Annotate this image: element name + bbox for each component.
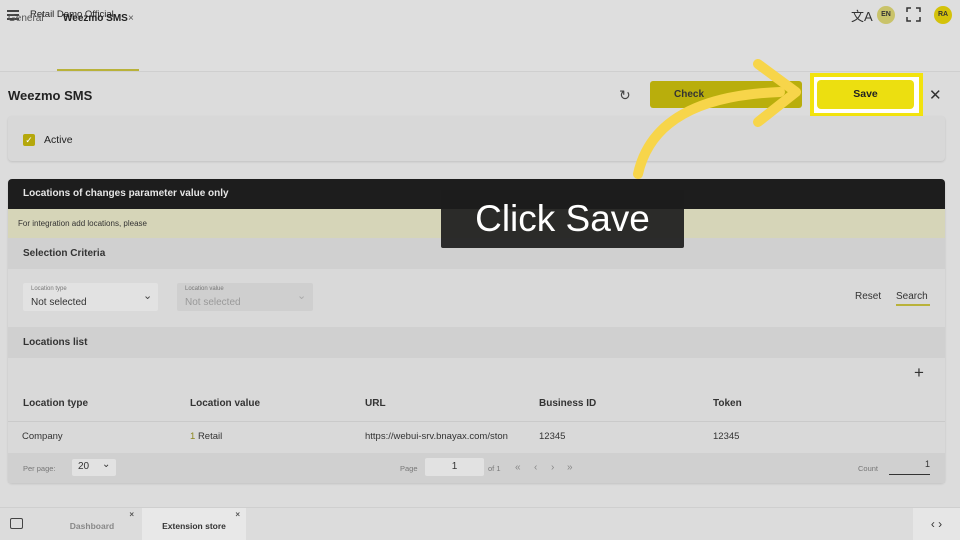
location-value-text: Retail bbox=[197, 431, 223, 442]
windows-icon[interactable] bbox=[10, 518, 23, 529]
column-header[interactable]: Location type bbox=[23, 398, 88, 409]
location-value-label: Location value bbox=[185, 286, 224, 292]
cell-token: 12345 bbox=[713, 431, 740, 442]
count-label: Count bbox=[858, 464, 879, 473]
search-button[interactable]: Search bbox=[896, 291, 928, 302]
chevron-down-icon: ⌄ bbox=[143, 290, 153, 302]
cell-url: https://webui-srv.bnayax.com/ston bbox=[365, 431, 508, 442]
selection-criteria-title: Selection Criteria bbox=[23, 248, 106, 259]
add-location-icon[interactable]: + bbox=[914, 363, 924, 383]
page-label: Page bbox=[400, 464, 418, 473]
info-text: For integration add locations, please bbox=[18, 219, 147, 228]
count-field[interactable]: 1 bbox=[889, 459, 930, 475]
column-header[interactable]: Location value bbox=[190, 398, 260, 409]
bottom-tab-dashboard[interactable]: Dashboard × bbox=[44, 508, 140, 540]
first-page-icon[interactable]: « bbox=[515, 462, 521, 473]
location-type-label: Location type bbox=[31, 286, 67, 292]
tooltip-text: Click Save bbox=[475, 198, 650, 239]
page-title: Weezmo SMS bbox=[8, 88, 93, 103]
search-underline bbox=[896, 304, 930, 306]
active-label: Active bbox=[44, 134, 73, 146]
close-icon[interactable]: × bbox=[235, 510, 240, 519]
tab-close-icon[interactable]: × bbox=[128, 13, 134, 24]
avatar[interactable]: RA bbox=[934, 6, 952, 24]
active-tab-indicator bbox=[57, 69, 139, 71]
page-input[interactable]: 1 bbox=[425, 458, 484, 476]
cell-location-value[interactable]: 1 Retail bbox=[190, 431, 222, 442]
location-type-value: Not selected bbox=[31, 297, 87, 308]
cell-business-id: 12345 bbox=[539, 431, 566, 442]
active-checkbox[interactable]: ✓ bbox=[23, 134, 35, 146]
bottom-tab-label: Extension store bbox=[162, 521, 226, 531]
page-of-label: of 1 bbox=[488, 464, 501, 473]
bottom-tab-extension-store[interactable]: Extension store × bbox=[142, 508, 246, 540]
pointer-arrow-icon bbox=[633, 59, 801, 179]
top-bar bbox=[0, 0, 960, 30]
chevron-down-icon: ⌄ bbox=[297, 290, 307, 302]
chevron-down-icon: ⌄ bbox=[102, 459, 111, 470]
per-page-label: Per page: bbox=[23, 464, 56, 473]
last-page-icon[interactable]: » bbox=[567, 462, 573, 473]
location-value-value: Not selected bbox=[185, 297, 241, 308]
panel-title: Locations of changes parameter value onl… bbox=[23, 188, 229, 199]
prev-page-icon[interactable]: ‹ bbox=[534, 462, 537, 473]
column-header[interactable]: URL bbox=[365, 398, 386, 409]
location-value-number: 1 bbox=[190, 431, 196, 442]
fullscreen-icon[interactable] bbox=[906, 7, 921, 22]
save-button[interactable]: Save bbox=[817, 80, 914, 109]
per-page-value: 20 bbox=[78, 461, 90, 472]
close-icon[interactable]: ✕ bbox=[929, 86, 942, 104]
language-badge[interactable]: EN bbox=[877, 6, 895, 24]
bottom-tab-label: Dashboard bbox=[69, 521, 115, 531]
locations-list-bar bbox=[8, 327, 945, 358]
tab-scroll-arrows[interactable]: ‹ › bbox=[913, 508, 960, 540]
reset-button[interactable]: Reset bbox=[855, 291, 881, 302]
column-header[interactable]: Business ID bbox=[539, 398, 596, 409]
column-header[interactable]: Token bbox=[713, 398, 742, 409]
tab-general[interactable]: General bbox=[8, 13, 44, 24]
cell-location-type: Company bbox=[22, 431, 63, 442]
tab-weezmo-sms[interactable]: Weezmo SMS bbox=[63, 13, 128, 24]
locations-list-title: Locations list bbox=[23, 337, 88, 348]
next-page-icon[interactable]: › bbox=[551, 462, 554, 473]
close-icon[interactable]: × bbox=[129, 510, 134, 519]
translate-icon[interactable]: 文A bbox=[851, 6, 873, 25]
